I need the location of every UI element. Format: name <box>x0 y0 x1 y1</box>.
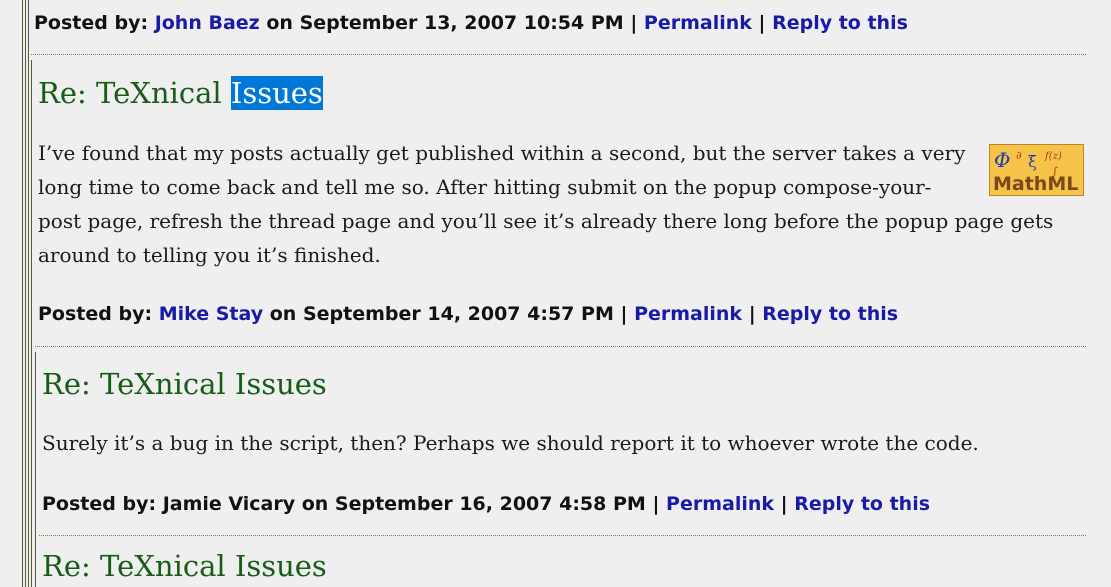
comment-divider <box>39 535 1086 536</box>
comment-body-line: post page, refresh the thread page and y… <box>38 209 1054 233</box>
comment-body-line: I’ve found that my posts actually get pu… <box>38 141 966 165</box>
comment-date: September 13, 2007 10:54 PM <box>299 12 624 34</box>
permalink-link[interactable]: Permalink <box>634 303 742 325</box>
author-link[interactable]: John Baez <box>155 12 260 34</box>
author-link[interactable]: Mike Stay <box>159 303 263 325</box>
separator: | <box>748 303 756 325</box>
comment-footer: Posted by: Mike Stay on September 14, 20… <box>38 301 898 327</box>
comment-title: Re: TeXnical Issues <box>38 75 323 111</box>
comment-date: September 14, 2007 4:57 PM <box>302 303 614 325</box>
comment-footer: Posted by: Jamie Vicary on September 16,… <box>42 491 930 517</box>
posted-by-label: Posted by: <box>34 12 149 34</box>
permalink-link[interactable]: Permalink <box>644 12 752 34</box>
mathml-badge-label: MathML <box>993 173 1078 195</box>
separator: | <box>652 493 660 515</box>
comment-title-text: Re: TeXnical <box>38 76 231 110</box>
svg-text:f(z): f(z) <box>1044 151 1062 162</box>
svg-text:ξ: ξ <box>1028 152 1037 171</box>
comment-divider <box>31 54 1086 55</box>
thread-bar <box>35 352 36 587</box>
comment-footer: Posted by: John Baez on September 13, 20… <box>34 10 908 36</box>
separator: | <box>780 493 788 515</box>
comment-body-line: around to telling you it’s finished. <box>38 243 381 267</box>
on-label: on <box>266 12 293 34</box>
on-label: on <box>269 303 297 325</box>
comment-title: Re: TeXnical Issues <box>42 367 327 401</box>
selected-text[interactable]: Issues <box>230 76 323 110</box>
posted-by-label: Posted by: <box>38 303 153 325</box>
comment-body-line: long time to come back and tell me so. A… <box>38 175 932 199</box>
permalink-link[interactable]: Permalink <box>666 493 774 515</box>
thread-bar <box>25 0 26 587</box>
comment-title: Re: TeXnical Issues <box>42 549 327 583</box>
separator: | <box>620 303 628 325</box>
comment-author: Jamie Vicary on September 16, 2007 4:58 … <box>162 493 646 515</box>
reply-link[interactable]: Reply to this <box>772 12 908 34</box>
thread-bar <box>28 0 29 587</box>
separator: | <box>758 12 766 34</box>
thread-bar <box>31 60 32 587</box>
mathml-badge: Φ ∂ ξ f(z) ∫ MathML <box>989 144 1084 196</box>
comment-divider <box>35 346 1086 347</box>
separator: | <box>630 12 638 34</box>
mathml-logo-icon: Φ ∂ ξ f(z) ∫ MathML <box>993 148 1078 195</box>
posted-by-label: Posted by: <box>42 493 157 515</box>
svg-text:Φ: Φ <box>994 148 1010 172</box>
reply-link[interactable]: Reply to this <box>762 303 898 325</box>
thread-bar <box>22 0 23 587</box>
comment-body: Surely it’s a bug in the script, then? P… <box>42 431 979 455</box>
svg-text:∂: ∂ <box>1016 149 1022 162</box>
reply-link[interactable]: Reply to this <box>794 493 930 515</box>
